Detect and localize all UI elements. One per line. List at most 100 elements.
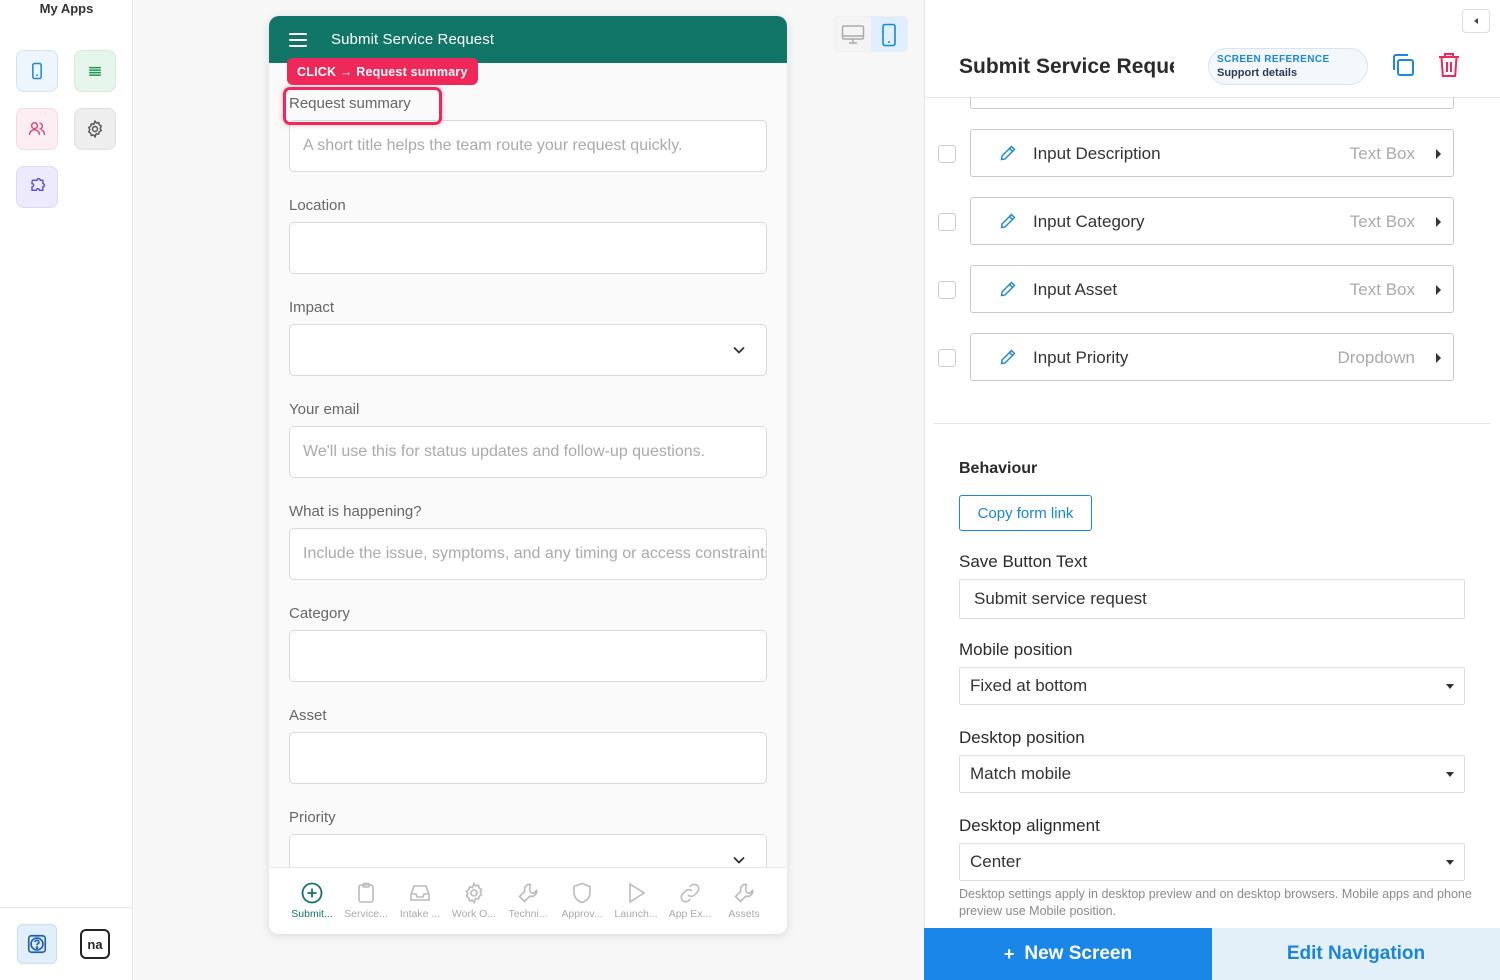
field-row-checkbox[interactable]: [938, 281, 956, 299]
asset-input[interactable]: [289, 732, 767, 784]
gear-icon: [465, 881, 483, 905]
field-row-card[interactable]: Input Category Text Box: [970, 197, 1454, 245]
request-summary-placeholder: A short title helps the team route your …: [303, 137, 683, 154]
field-label-asset: Asset: [289, 707, 327, 724]
location-input[interactable]: [289, 222, 767, 274]
field-row-type: Dropdown: [1337, 348, 1416, 367]
wrench-icon: [734, 883, 754, 903]
delete-screen-button[interactable]: [1434, 50, 1464, 80]
field-row-card[interactable]: Input Asset Text Box: [970, 265, 1454, 313]
mobile-position-value: Fixed at bottom: [970, 676, 1088, 695]
edit-navigation-button[interactable]: Edit Navigation: [1212, 928, 1500, 980]
gear-icon: [87, 119, 103, 139]
expand-arrow-icon[interactable]: [1436, 217, 1441, 227]
field-row-input-priority[interactable]: Input Priority Dropdown: [938, 333, 1458, 381]
app-root: My Apps na Submit Service Request Reques…: [0, 0, 1500, 980]
expand-arrow-icon[interactable]: [1436, 149, 1441, 159]
field-row-checkbox[interactable]: [938, 349, 956, 367]
mobile-preview-button[interactable]: [871, 17, 907, 51]
nav-item-launch[interactable]: Launch...: [609, 868, 663, 934]
hamburger-menu-icon[interactable]: [289, 33, 307, 47]
sidebar-settings-button[interactable]: [74, 108, 116, 150]
sidebar-title: My Apps: [39, 1, 94, 16]
new-screen-button[interactable]: + New Screen: [924, 928, 1212, 980]
field-label-your-email: Your email: [289, 401, 360, 418]
field-row-type: Text Box: [1349, 212, 1415, 231]
email-input[interactable]: We'll use this for status updates and fo…: [289, 426, 767, 478]
nav-item-app-explorer[interactable]: App Ex...: [663, 868, 717, 934]
expand-arrow-icon[interactable]: [1436, 353, 1441, 363]
sidebar-mobile-app-button[interactable]: [16, 50, 58, 92]
help-icon: [27, 934, 47, 954]
sidebar-list-button[interactable]: [74, 50, 116, 92]
priority-dropdown[interactable]: [289, 834, 767, 867]
email-placeholder: We'll use this for status updates and fo…: [303, 443, 706, 460]
sidebar-integrations-button[interactable]: [16, 166, 58, 208]
copy-icon: [1393, 54, 1414, 76]
plus-icon: +: [1003, 943, 1015, 964]
plus-circle-icon: [301, 882, 323, 904]
desktop-settings-hint: Desktop settings apply in desktop previe…: [959, 887, 1472, 918]
link-icon: [680, 883, 700, 903]
nav-item-assets[interactable]: Assets: [717, 868, 771, 934]
desktop-position-label: Desktop position: [959, 728, 1085, 747]
play-icon: [629, 882, 646, 904]
field-label-location: Location: [289, 197, 346, 214]
field-row-checkbox[interactable]: [938, 213, 956, 231]
brand-badge-text: na: [80, 929, 110, 959]
nav-label: Techni...: [508, 908, 548, 920]
description-input[interactable]: Include the issue, symptoms, and any tim…: [289, 528, 767, 580]
chevron-down-icon: [733, 856, 745, 864]
field-row-name: Input Priority: [1033, 348, 1129, 367]
save-button-text-label: Save Button Text: [959, 552, 1088, 571]
nav-item-submit[interactable]: Submit...: [285, 868, 339, 934]
sidebar-users-button[interactable]: [16, 108, 58, 150]
shield-icon: [573, 882, 591, 904]
nav-label: Assets: [728, 908, 760, 920]
desktop-position-select[interactable]: Match mobile: [959, 755, 1465, 793]
nav-label: Work O...: [451, 908, 497, 920]
brand-badge[interactable]: na: [75, 924, 115, 964]
field-row-card[interactable]: Input Description Text Box: [970, 129, 1454, 177]
request-summary-input[interactable]: A short title helps the team route your …: [289, 120, 767, 172]
expand-arrow-icon[interactable]: [1436, 285, 1441, 295]
click-annotation-tag: CLICK → Request summary: [287, 58, 478, 85]
sidebar-divider: [0, 907, 133, 908]
screen-reference-pill[interactable]: SCREEN REFERENCE Support details: [1208, 48, 1368, 85]
field-row-input-description[interactable]: Input Description Text Box: [938, 129, 1458, 177]
inbox-icon: [410, 885, 430, 901]
impact-dropdown[interactable]: [289, 324, 767, 376]
phone-form: Request summary A short title helps the …: [269, 63, 787, 867]
copy-form-link-button[interactable]: Copy form link: [959, 495, 1092, 531]
field-row-checkbox[interactable]: [938, 145, 956, 163]
category-input[interactable]: [289, 630, 767, 682]
desktop-alignment-label: Desktop alignment: [959, 816, 1100, 835]
sidebar-help-button[interactable]: [17, 924, 57, 964]
duplicate-screen-button[interactable]: [1388, 50, 1418, 80]
collapse-panel-button[interactable]: [1462, 9, 1490, 33]
field-row-input-category[interactable]: Input Category Text Box: [938, 197, 1458, 245]
nav-item-work-orders[interactable]: Work O...: [447, 868, 501, 934]
field-label-category: Category: [289, 605, 350, 622]
mobile-position-select[interactable]: Fixed at bottom: [959, 667, 1465, 705]
nav-item-intake[interactable]: Intake ...: [393, 868, 447, 934]
nav-label: Intake ...: [399, 908, 441, 920]
pencil-icon: [1000, 145, 1016, 161]
field-row-name: Input Category: [1033, 212, 1145, 231]
field-row-input-asset[interactable]: Input Asset Text Box: [938, 265, 1458, 313]
desktop-alignment-select[interactable]: Center: [959, 843, 1465, 881]
mobile-position-label: Mobile position: [959, 640, 1073, 659]
phone-bottom-nav: Submit... Service... Intake ... Work O..…: [269, 867, 787, 934]
desktop-preview-button[interactable]: [835, 17, 871, 51]
screen-reference-value: Support details: [1217, 67, 1298, 79]
click-annotation-highlight: [283, 87, 442, 125]
nav-label: Launch...: [614, 908, 658, 920]
field-row-card[interactable]: Input Priority Dropdown: [970, 333, 1454, 381]
nav-item-technicians[interactable]: Techni...: [501, 868, 555, 934]
save-button-text-input[interactable]: Submit service request: [959, 579, 1465, 619]
nav-item-approvals[interactable]: Approv...: [555, 868, 609, 934]
users-icon: [28, 122, 46, 135]
desktop-alignment-value: Center: [970, 852, 1022, 871]
nav-item-service[interactable]: Service...: [339, 868, 393, 934]
nav-label: Submit...: [291, 908, 333, 920]
